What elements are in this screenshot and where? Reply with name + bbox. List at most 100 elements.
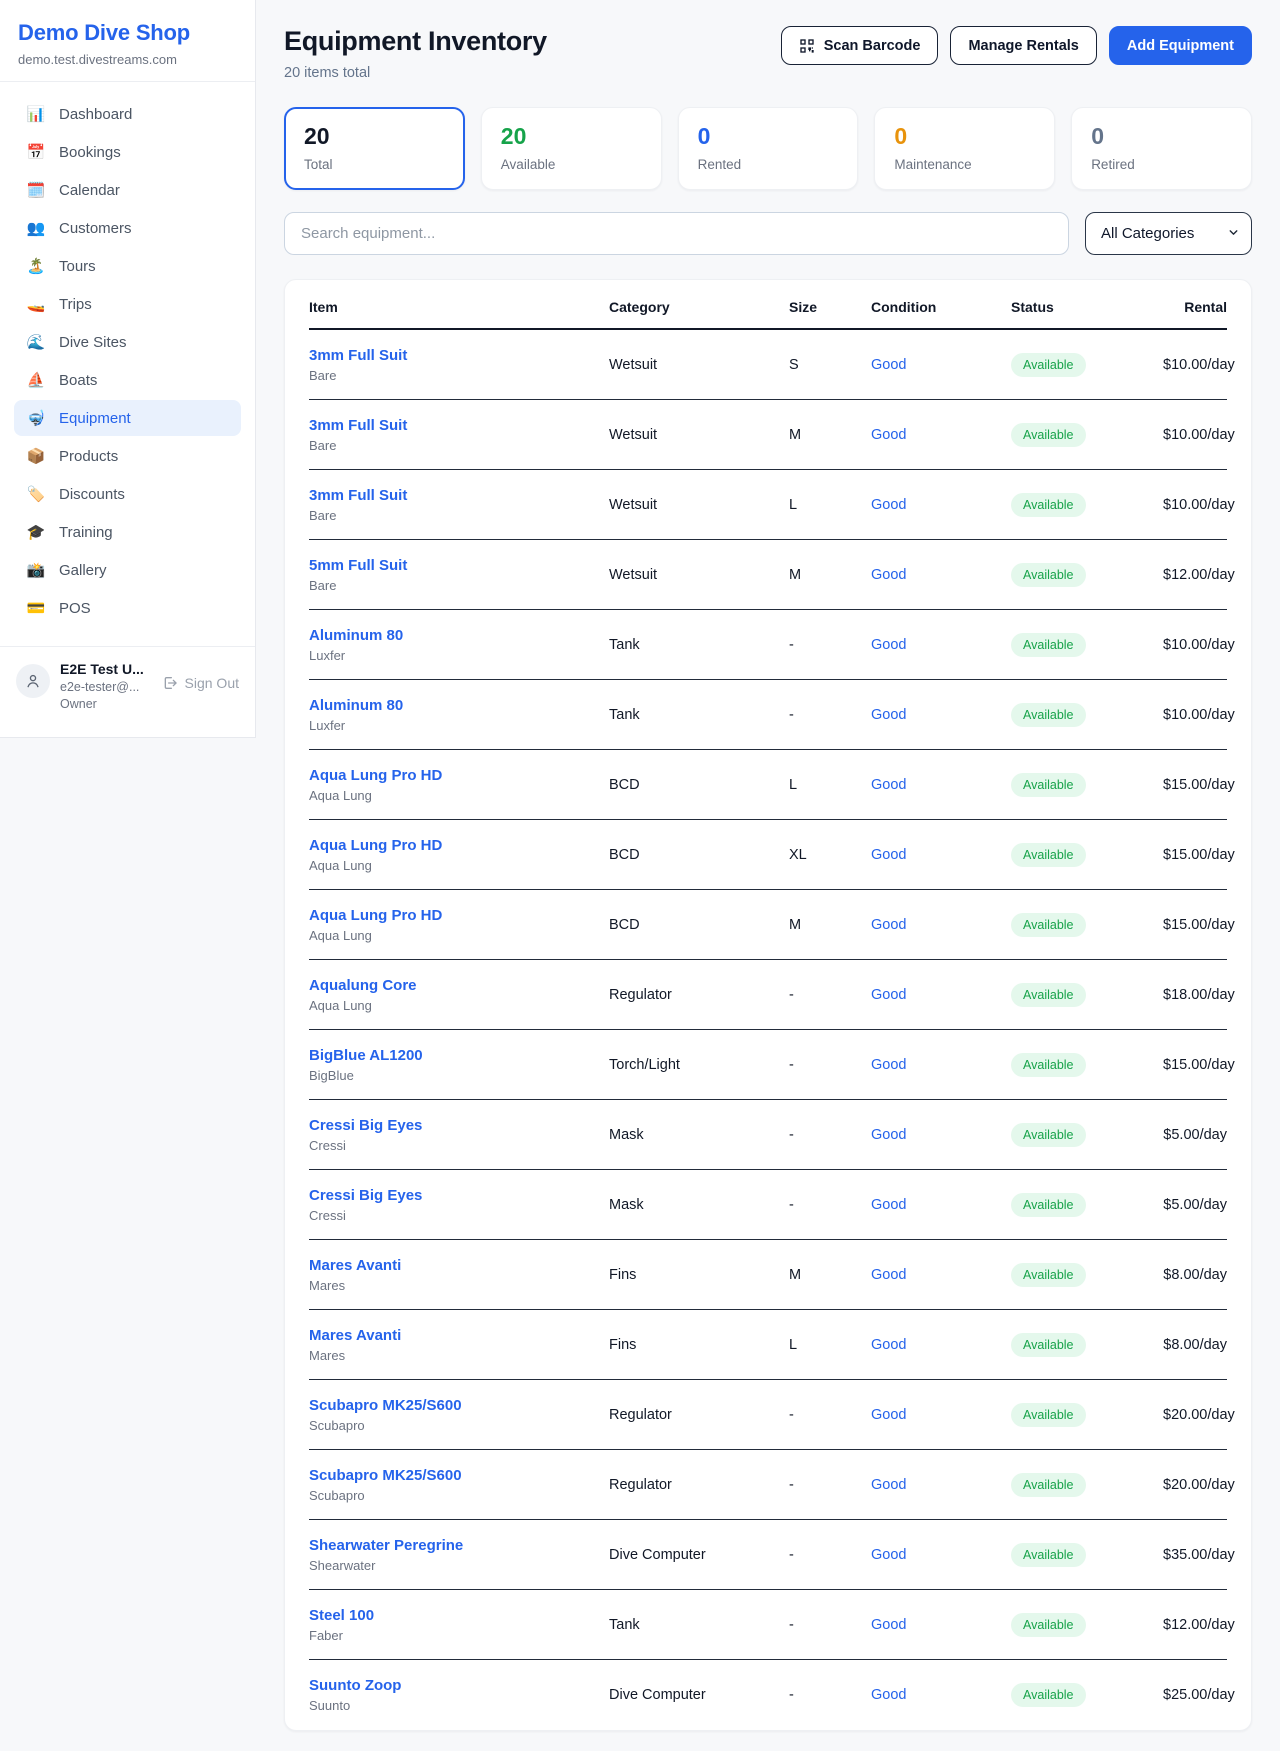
sidebar-item-customers[interactable]: 👥 Customers — [14, 210, 241, 246]
condition-link[interactable]: Good — [871, 1617, 1011, 1633]
sidebar-item-pos[interactable]: 💳 POS — [14, 590, 241, 626]
condition-link[interactable]: Good — [871, 987, 1011, 1003]
sidebar-item-label: Products — [59, 448, 118, 465]
item-cell: Aqua Lung Pro HD Aqua Lung — [309, 767, 609, 803]
status-badge: Available — [1011, 423, 1086, 447]
condition-link[interactable]: Good — [871, 427, 1011, 443]
stat-card-retired[interactable]: 0 Retired — [1071, 107, 1252, 190]
condition-link[interactable]: Good — [871, 637, 1011, 653]
sidebar-item-tours[interactable]: 🏝️ Tours — [14, 248, 241, 284]
avatar — [16, 664, 50, 698]
item-cell: Suunto Zoop Suunto — [309, 1677, 609, 1713]
item-name-link[interactable]: Suunto Zoop — [309, 1677, 609, 1694]
items-total-count: 20 items total — [284, 65, 547, 81]
condition-link[interactable]: Good — [871, 1057, 1011, 1073]
item-name-link[interactable]: Cressi Big Eyes — [309, 1117, 609, 1134]
item-brand: Aqua Lung — [309, 998, 609, 1013]
status-cell: Available — [1011, 423, 1163, 447]
add-equipment-button[interactable]: Add Equipment — [1109, 26, 1252, 65]
item-name-link[interactable]: Scubapro MK25/S600 — [309, 1397, 609, 1414]
item-name-link[interactable]: 5mm Full Suit — [309, 557, 609, 574]
sidebar-item-label: Gallery — [59, 562, 107, 579]
item-name-link[interactable]: Mares Avanti — [309, 1257, 609, 1274]
sidebar-item-label: Calendar — [59, 182, 120, 199]
item-name-link[interactable]: Scubapro MK25/S600 — [309, 1467, 609, 1484]
table-row: 3mm Full Suit Bare Wetsuit M Good Availa… — [309, 400, 1227, 470]
status-badge: Available — [1011, 983, 1086, 1007]
item-name-link[interactable]: BigBlue AL1200 — [309, 1047, 609, 1064]
sidebar-item-products[interactable]: 📦 Products — [14, 438, 241, 474]
item-name-link[interactable]: Shearwater Peregrine — [309, 1537, 609, 1554]
item-name-link[interactable]: 3mm Full Suit — [309, 347, 609, 364]
sidebar-item-training[interactable]: 🎓 Training — [14, 514, 241, 550]
sidebar-item-calendar[interactable]: 🗓️ Calendar — [14, 172, 241, 208]
condition-link[interactable]: Good — [871, 707, 1011, 723]
table-row: Aqualung Core Aqua Lung Regulator - Good… — [309, 960, 1227, 1030]
category-select[interactable]: All Categories — [1085, 212, 1252, 255]
rental-rate-cell: $20.00/day — [1163, 1407, 1235, 1423]
condition-link[interactable]: Good — [871, 777, 1011, 793]
stat-card-available[interactable]: 20 Available — [481, 107, 662, 190]
item-name-link[interactable]: Steel 100 — [309, 1607, 609, 1624]
sidebar-item-label: Customers — [59, 220, 132, 237]
sidebar-item-dashboard[interactable]: 📊 Dashboard — [14, 96, 241, 132]
stat-card-total[interactable]: 20 Total — [284, 107, 465, 190]
sidebar-item-trips[interactable]: 🚤 Trips — [14, 286, 241, 322]
user-email: e2e-tester@... — [60, 680, 152, 694]
item-name-link[interactable]: Aqua Lung Pro HD — [309, 907, 609, 924]
category-cell: Wetsuit — [609, 497, 789, 513]
condition-link[interactable]: Good — [871, 1197, 1011, 1213]
size-cell: - — [789, 987, 871, 1003]
item-name-link[interactable]: Mares Avanti — [309, 1327, 609, 1344]
sidebar-item-bookings[interactable]: 📅 Bookings — [14, 134, 241, 170]
item-name-link[interactable]: Aluminum 80 — [309, 697, 609, 714]
item-brand: Aqua Lung — [309, 858, 609, 873]
sign-out-button[interactable]: Sign Out — [162, 675, 239, 691]
condition-link[interactable]: Good — [871, 917, 1011, 933]
item-name-link[interactable]: 3mm Full Suit — [309, 417, 609, 434]
status-cell: Available — [1011, 563, 1163, 587]
condition-link[interactable]: Good — [871, 567, 1011, 583]
condition-link[interactable]: Good — [871, 1407, 1011, 1423]
condition-link[interactable]: Good — [871, 847, 1011, 863]
category-cell: Fins — [609, 1337, 789, 1353]
brand-name[interactable]: Demo Dive Shop — [18, 20, 237, 46]
rental-rate-cell: $10.00/day — [1163, 707, 1235, 723]
condition-link[interactable]: Good — [871, 497, 1011, 513]
condition-link[interactable]: Good — [871, 1547, 1011, 1563]
item-name-link[interactable]: Aqua Lung Pro HD — [309, 837, 609, 854]
size-cell: XL — [789, 847, 871, 863]
stat-card-rented[interactable]: 0 Rented — [678, 107, 859, 190]
condition-link[interactable]: Good — [871, 1687, 1011, 1703]
sidebar-item-boats[interactable]: ⛵ Boats — [14, 362, 241, 398]
category-cell: Wetsuit — [609, 357, 789, 373]
item-name-link[interactable]: Aluminum 80 — [309, 627, 609, 644]
size-cell: L — [789, 777, 871, 793]
table-row: Scubapro MK25/S600 Scubapro Regulator - … — [309, 1450, 1227, 1520]
manage-rentals-button[interactable]: Manage Rentals — [950, 26, 1096, 65]
search-input[interactable] — [284, 212, 1069, 255]
table-row: Aluminum 80 Luxfer Tank - Good Available… — [309, 680, 1227, 750]
status-badge: Available — [1011, 493, 1086, 517]
item-name-link[interactable]: Aqua Lung Pro HD — [309, 767, 609, 784]
barcode-scan-icon — [799, 38, 815, 54]
sidebar-item-gallery[interactable]: 📸 Gallery — [14, 552, 241, 588]
sidebar-item-dive-sites[interactable]: 🌊 Dive Sites — [14, 324, 241, 360]
condition-link[interactable]: Good — [871, 1477, 1011, 1493]
nav-icon: 🎓 — [26, 523, 46, 541]
condition-link[interactable]: Good — [871, 1337, 1011, 1353]
category-cell: Wetsuit — [609, 567, 789, 583]
condition-link[interactable]: Good — [871, 1127, 1011, 1143]
sidebar-item-label: Training — [59, 524, 113, 541]
item-name-link[interactable]: 3mm Full Suit — [309, 487, 609, 504]
item-name-link[interactable]: Aqualung Core — [309, 977, 609, 994]
scan-barcode-button[interactable]: Scan Barcode — [781, 26, 939, 65]
item-name-link[interactable]: Cressi Big Eyes — [309, 1187, 609, 1204]
sidebar-item-equipment[interactable]: 🤿 Equipment — [14, 400, 241, 436]
status-cell: Available — [1011, 1613, 1163, 1637]
stat-card-maintenance[interactable]: 0 Maintenance — [874, 107, 1055, 190]
sidebar-item-discounts[interactable]: 🏷️ Discounts — [14, 476, 241, 512]
condition-link[interactable]: Good — [871, 1267, 1011, 1283]
category-cell: Tank — [609, 707, 789, 723]
condition-link[interactable]: Good — [871, 357, 1011, 373]
